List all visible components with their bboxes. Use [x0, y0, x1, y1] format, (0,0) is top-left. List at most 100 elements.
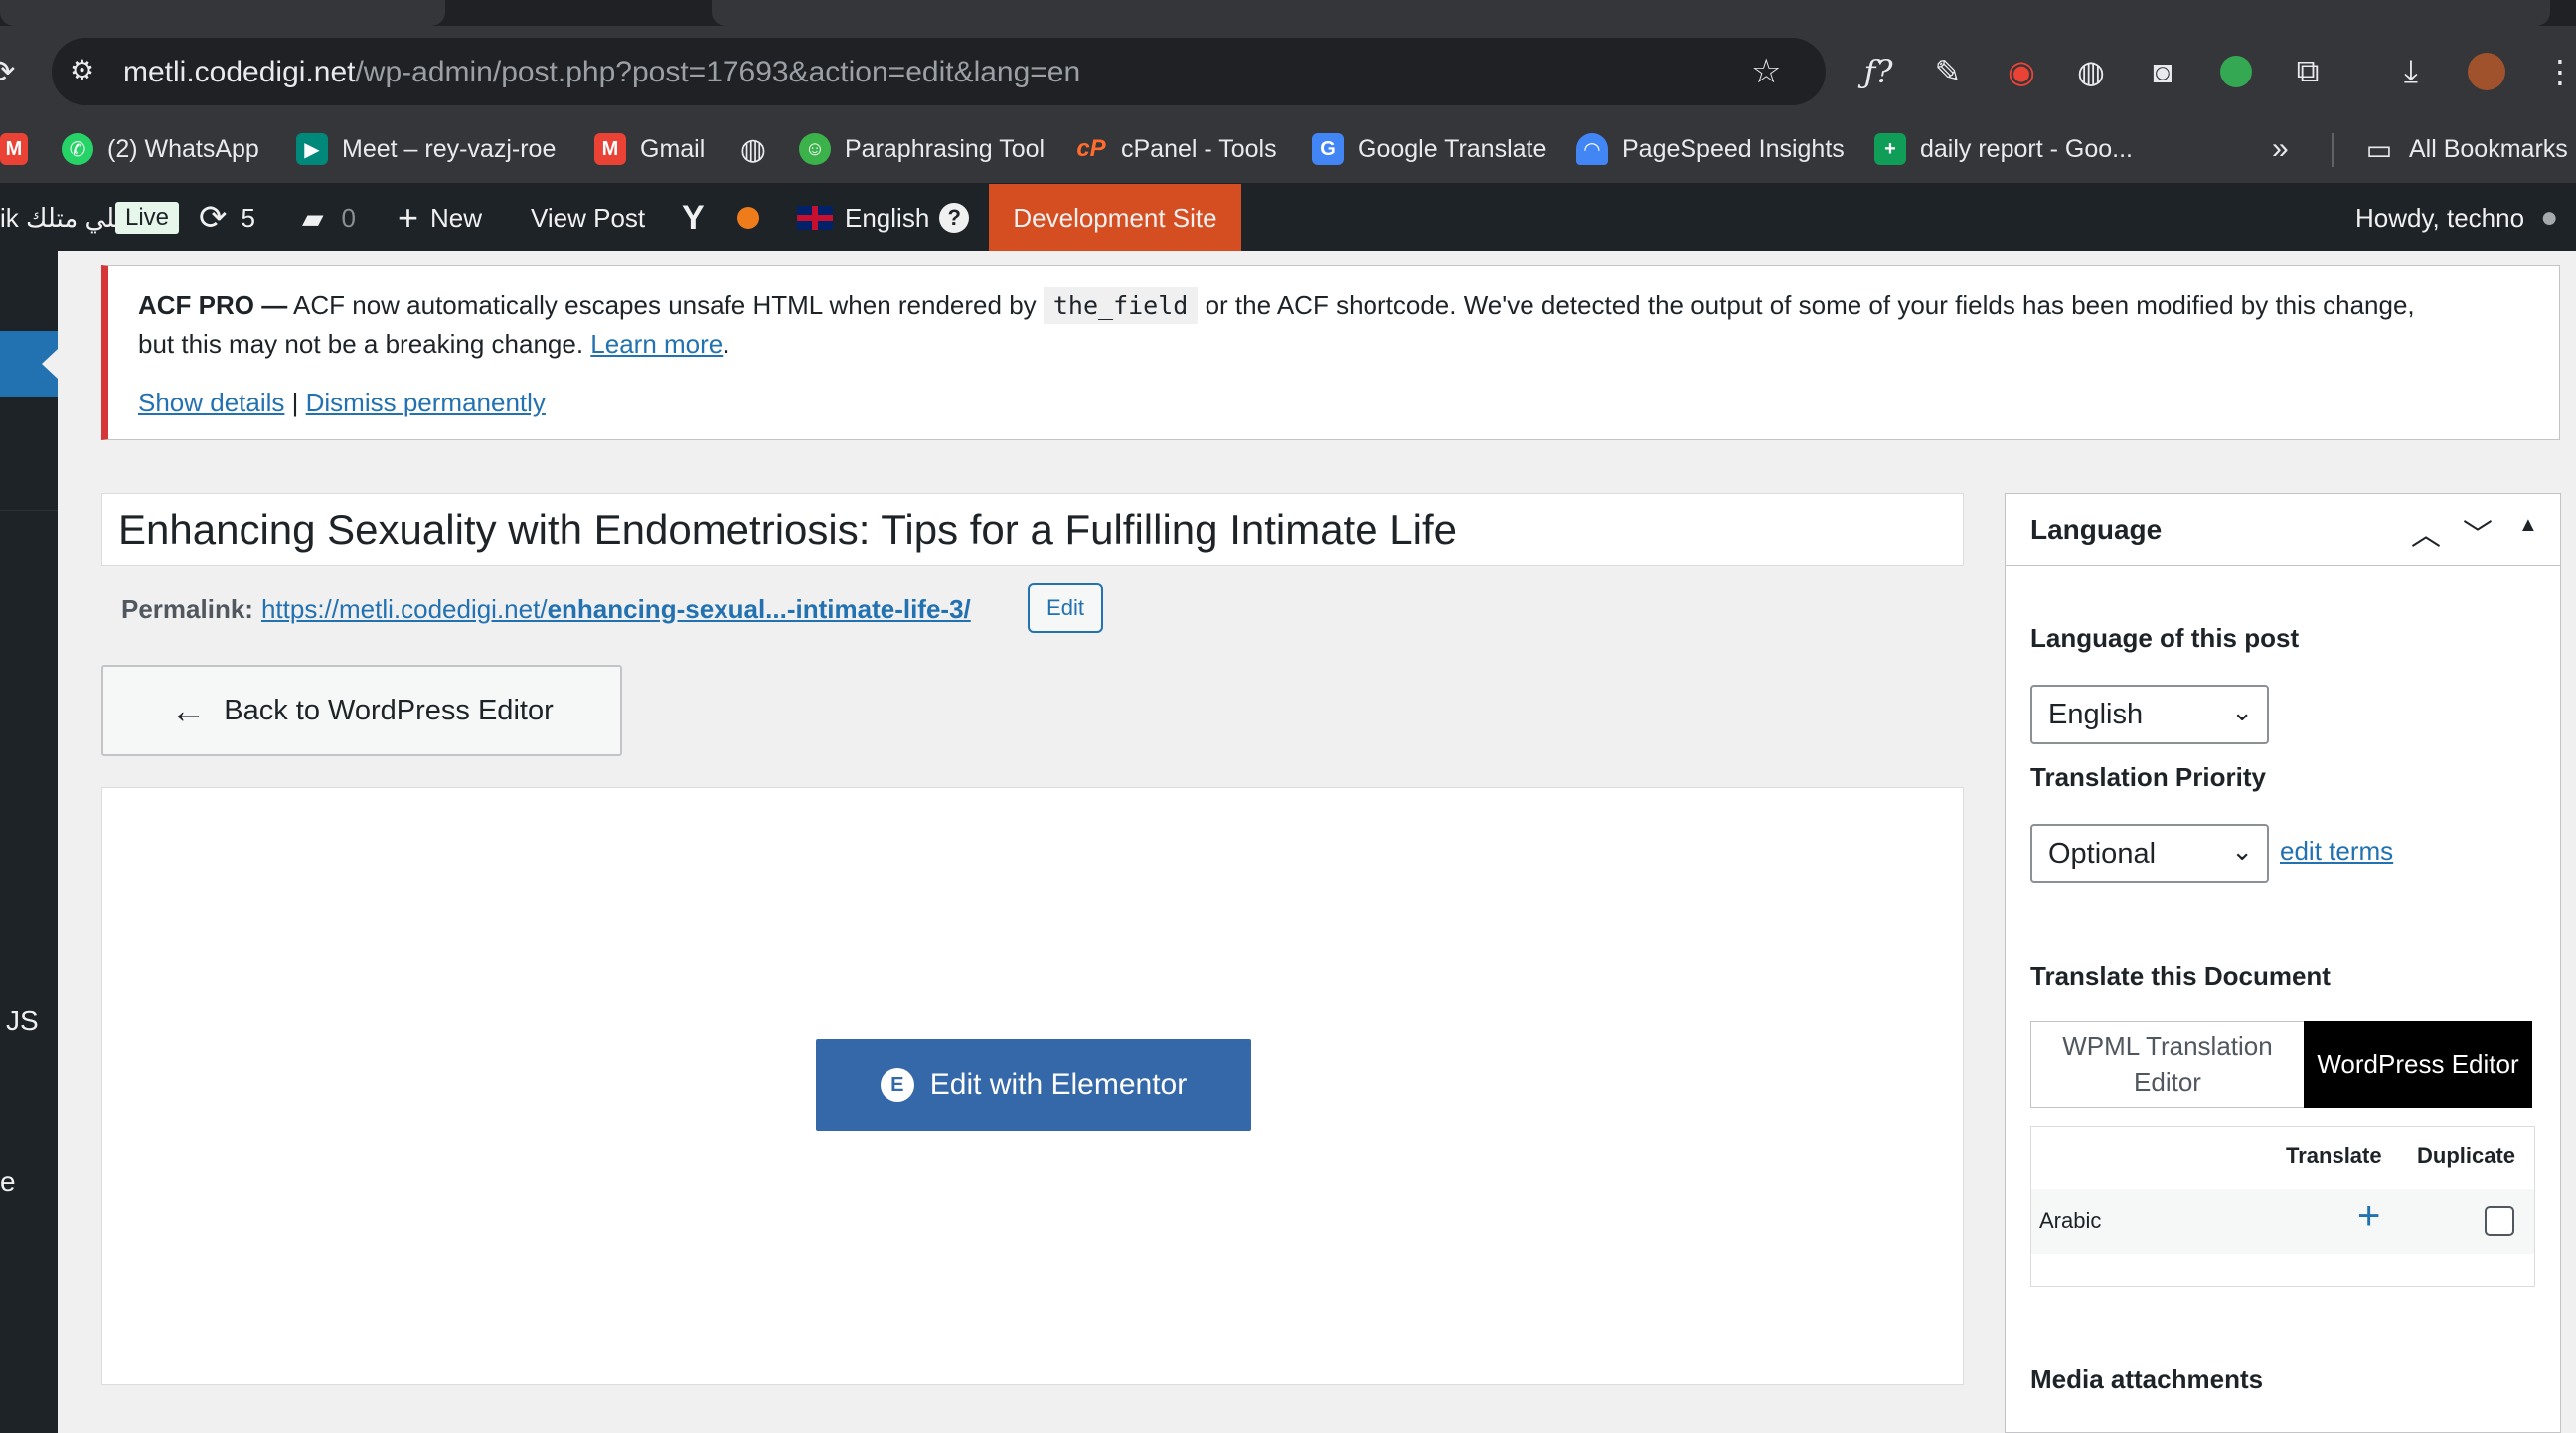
- pagespeed-icon: ◠: [1576, 133, 1608, 165]
- bookmark-meet[interactable]: ▶ Meet – rey-vazj-roe: [296, 129, 556, 169]
- address-bar[interactable]: ⚙ metli.codedigi.net/wp-admin/post.php?p…: [52, 38, 1826, 105]
- notice-message: ACF PRO — ACF now automatically escapes …: [138, 286, 2553, 363]
- edit-slug-button[interactable]: Edit: [1028, 583, 1103, 633]
- screen-recorder-extension-icon[interactable]: ◉: [1998, 48, 2045, 95]
- permalink-slug: enhancing-sexual...-intimate-life-3/: [547, 593, 971, 624]
- sync-extension-icon[interactable]: [2212, 48, 2260, 95]
- tab-wordpress-editor[interactable]: WordPress Editor: [2304, 1021, 2532, 1108]
- permalink-link[interactable]: https://metli.codedigi.net/enhancing-sex…: [261, 594, 971, 625]
- globe-extension-icon[interactable]: ◍: [2067, 48, 2115, 95]
- help-icon: ?: [939, 203, 970, 233]
- camera-extension-icon[interactable]: ◙: [2139, 48, 2186, 95]
- profile-avatar-icon[interactable]: [2463, 48, 2510, 95]
- language-of-post-label: Language of this post: [2030, 623, 2300, 653]
- priority-select-value: Optional: [2048, 837, 2157, 870]
- media-attachments-label: Media attachments: [2030, 1364, 2264, 1394]
- priority-select[interactable]: Optional ⌄: [2030, 824, 2269, 883]
- duplicate-checkbox[interactable]: [2485, 1206, 2514, 1236]
- new-content-menu[interactable]: + New: [398, 184, 482, 251]
- menu-item-current[interactable]: [0, 331, 58, 397]
- extensions-puzzle-icon[interactable]: ⧉: [2284, 48, 2332, 95]
- bookmark-label: Gmail: [640, 134, 706, 163]
- notice-text-2: or the ACF shortcode. We've detected the…: [1198, 290, 2415, 320]
- live-status[interactable]: Live: [115, 184, 180, 251]
- post-title-input[interactable]: Enhancing Sexuality with Endometriosis: …: [101, 493, 1964, 566]
- all-bookmarks-button[interactable]: ▭ All Bookmarks: [2363, 129, 2568, 169]
- plus-icon: +: [398, 197, 419, 238]
- current-arrow-icon: [42, 349, 58, 379]
- yoast-seo-icon[interactable]: Y: [682, 184, 705, 251]
- bookmarks-divider: [2332, 133, 2334, 167]
- tab-wpml-translation-editor[interactable]: WPML Translation Editor: [2030, 1021, 2305, 1108]
- arrow-left-icon: ←: [170, 690, 207, 730]
- bookmark-label: Paraphrasing Tool: [845, 134, 1046, 163]
- wp-admin-menu: JS e: [0, 251, 58, 1433]
- browser-menu-icon[interactable]: ⋮: [2536, 48, 2576, 95]
- formula-extension-icon[interactable]: ƒ?: [1854, 48, 1902, 95]
- back-button-label: Back to WordPress Editor: [224, 694, 554, 726]
- language-switcher[interactable]: English ?: [797, 184, 970, 251]
- bookmark-label: daily report - Goo...: [1920, 134, 2133, 163]
- development-site-badge[interactable]: Development Site: [989, 184, 1241, 251]
- url-text[interactable]: metli.codedigi.net/wp-admin/post.php?pos…: [123, 56, 1080, 89]
- language-select[interactable]: English ⌄: [2030, 685, 2269, 744]
- edit-terms-link[interactable]: edit terms: [2280, 836, 2393, 867]
- folder-icon: ▭: [2365, 133, 2393, 165]
- bookmark-pagespeed[interactable]: ◠ PageSpeed Insights: [1576, 129, 1845, 169]
- view-post-link[interactable]: View Post: [531, 184, 645, 251]
- more-bookmarks-button[interactable]: »: [2272, 129, 2289, 169]
- bookmark-label: Google Translate: [1358, 134, 1547, 163]
- bookmark-whatsapp[interactable]: ✆ (2) WhatsApp: [62, 129, 259, 169]
- translations-table: Translate Duplicate Arabic +: [2030, 1126, 2535, 1287]
- edit-with-elementor-button[interactable]: E Edit with Elementor: [816, 1039, 1251, 1131]
- google-meet-icon: ▶: [296, 133, 328, 165]
- chevron-down-icon: ⌄: [2231, 697, 2253, 726]
- browser-tab[interactable]: [0, 0, 445, 26]
- gmail-bookmark-partial[interactable]: M: [0, 129, 42, 169]
- learn-more-link[interactable]: Learn more: [590, 329, 723, 359]
- browser-tab-strip: [0, 0, 2576, 26]
- metabox-title: Language: [2030, 514, 2163, 545]
- notice-separator: |: [284, 388, 306, 417]
- bookmark-google-translate[interactable]: G Google Translate: [1312, 129, 1546, 169]
- permalink-base: https://metli.codedigi.net/: [260, 593, 548, 624]
- menu-item-js[interactable]: JS: [6, 1005, 39, 1036]
- show-details-link[interactable]: Show details: [138, 388, 284, 417]
- updates-menu[interactable]: ⟳ 5: [199, 184, 255, 251]
- my-account-menu[interactable]: Howdy, techno ●: [2355, 184, 2558, 251]
- url-path: /wp-admin/post.php?post=17693&action=edi…: [355, 56, 1081, 88]
- back-to-wordpress-editor-button[interactable]: ← Back to WordPress Editor: [101, 665, 622, 756]
- bookmark-label: PageSpeed Insights: [1622, 134, 1845, 163]
- add-translation-plus-icon[interactable]: +: [2357, 1194, 2380, 1239]
- metabox-header: Language ︿ ﹀ ▲: [2006, 494, 2560, 566]
- collapse-toggle-icon[interactable]: ▲: [2518, 514, 2538, 537]
- live-badge: Live: [115, 202, 180, 234]
- translate-document-label: Translate this Document: [2030, 961, 2331, 991]
- reload-icon[interactable]: ⟳: [0, 48, 26, 95]
- elementor-icon: E: [880, 1068, 914, 1102]
- download-icon[interactable]: ⤓: [2387, 48, 2435, 95]
- url-host: metli.codedigi.net: [123, 56, 356, 88]
- notice-code: the_field: [1043, 287, 1199, 324]
- chevron-down-icon: ⌄: [2231, 836, 2253, 866]
- move-up-icon[interactable]: ︿: [2411, 510, 2441, 554]
- site-settings-icon[interactable]: ⚙: [70, 54, 105, 89]
- permalink-label: Permalink:: [121, 593, 253, 624]
- bookmark-daily-report[interactable]: + daily report - Goo...: [1874, 129, 2133, 169]
- bookmark-star-icon[interactable]: ☆: [1751, 52, 1781, 91]
- browser-tab[interactable]: [712, 0, 2550, 26]
- move-down-icon[interactable]: ﹀: [2463, 510, 2493, 554]
- table-row: Arabic +: [2031, 1189, 2534, 1254]
- color-picker-extension-icon[interactable]: ✎: [1924, 48, 1972, 95]
- bookmark-cpanel[interactable]: cP cPanel - Tools: [1075, 129, 1277, 169]
- bookmark-gmail[interactable]: M Gmail: [594, 129, 705, 169]
- bookmark-paraphrasing[interactable]: ☺ Paraphrasing Tool: [799, 129, 1045, 169]
- comments-menu[interactable]: ▰ 0: [302, 184, 356, 251]
- bookmark-globe[interactable]: ◍: [737, 129, 783, 169]
- menu-item-partial[interactable]: e: [0, 1166, 16, 1197]
- dismiss-permanently-link[interactable]: Dismiss permanently: [306, 388, 546, 417]
- bookmark-label: cPanel - Tools: [1121, 134, 1277, 163]
- bookmarks-bar: M ✆ (2) WhatsApp ▶ Meet – rey-vazj-roe M Gm…: [0, 117, 2576, 184]
- paraphrasing-tool-icon: ☺: [799, 133, 831, 165]
- seo-score-indicator[interactable]: [737, 184, 759, 251]
